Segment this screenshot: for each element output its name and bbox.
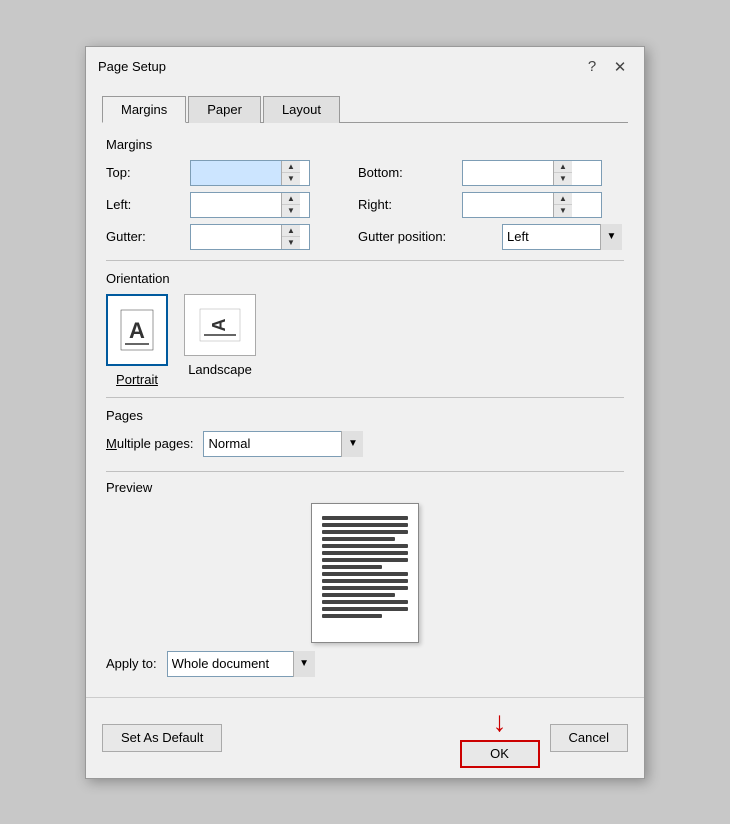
right-input-spin[interactable]: 0.79" ▲ ▼	[462, 192, 602, 218]
left-right-row: Left: 1.38" ▲ ▼ Right: 0.79" ▲ ▼	[106, 192, 624, 218]
preview-line-15	[322, 614, 382, 618]
right-spin-down[interactable]: ▼	[554, 205, 572, 217]
gutter-input-spin[interactable]: 0" ▲ ▼	[190, 224, 310, 250]
gutter-label: Gutter:	[106, 229, 186, 244]
preview-line-13	[322, 600, 408, 604]
preview-line-9	[322, 572, 408, 576]
cancel-button[interactable]: Cancel	[550, 724, 628, 752]
bottom-input[interactable]: 0.98"	[463, 161, 553, 185]
tab-paper[interactable]: Paper	[188, 96, 261, 123]
top-bottom-row: Top: 0.98" ▲ ▼ Bottom: 0.98" ▲ ▼	[106, 160, 624, 186]
apply-to-row: Apply to: Whole document This point forw…	[106, 651, 624, 677]
portrait-option[interactable]: A Portrait	[106, 294, 168, 387]
left-spin-up[interactable]: ▲	[282, 193, 300, 206]
gutter-spin-buttons: ▲ ▼	[281, 225, 300, 249]
landscape-label: Landscape	[188, 362, 252, 377]
tab-layout[interactable]: Layout	[263, 96, 340, 123]
bottom-spin-buttons: ▲ ▼	[553, 161, 572, 185]
portrait-icon: A	[106, 294, 168, 366]
preview-page	[311, 503, 419, 643]
right-spin-up[interactable]: ▲	[554, 193, 572, 206]
right-spin-buttons: ▲ ▼	[553, 193, 572, 217]
tab-margins[interactable]: Margins	[102, 96, 186, 123]
preview-line-12	[322, 593, 395, 597]
gutter-spin-up[interactable]: ▲	[282, 225, 300, 238]
ok-button[interactable]: OK	[460, 740, 540, 768]
top-input[interactable]: 0.98"	[191, 161, 281, 185]
left-input-spin[interactable]: 1.38" ▲ ▼	[190, 192, 310, 218]
landscape-option[interactable]: A Landscape	[184, 294, 256, 387]
apply-to-select-wrapper[interactable]: Whole document This point forward ▼	[167, 651, 315, 677]
apply-to-select[interactable]: Whole document This point forward	[167, 651, 315, 677]
gutter-position-label: Gutter position:	[358, 229, 498, 244]
preview-line-3	[322, 530, 408, 534]
preview-line-10	[322, 579, 408, 583]
preview-section-label: Preview	[106, 480, 624, 495]
right-label: Right:	[358, 197, 458, 212]
preview-line-5	[322, 544, 408, 548]
ok-cancel-group: ↓ OK	[460, 708, 540, 768]
gutter-position-select-wrapper[interactable]: Left Top Right ▼	[502, 224, 622, 250]
multiple-pages-select[interactable]: Normal Mirror margins 2 pages per sheet …	[203, 431, 363, 457]
tabs-bar: Margins Paper Layout	[102, 95, 628, 123]
bottom-input-spin[interactable]: 0.98" ▲ ▼	[462, 160, 602, 186]
pages-row: MMultiple pages:ultiple pages: Normal Mi…	[106, 431, 624, 457]
svg-text:A: A	[129, 318, 145, 343]
top-spin-buttons: ▲ ▼	[281, 161, 300, 185]
tab-content-margins: Margins Top: 0.98" ▲ ▼ Bottom: 0.98" ▲	[102, 123, 628, 683]
right-buttons: ↓ OK Cancel	[460, 708, 628, 768]
left-input[interactable]: 1.38"	[191, 193, 281, 217]
preview-line-14	[322, 607, 408, 611]
preview-box	[106, 503, 624, 643]
preview-line-1	[322, 516, 408, 520]
top-input-spin[interactable]: 0.98" ▲ ▼	[190, 160, 310, 186]
gutter-position-select[interactable]: Left Top Right	[502, 224, 622, 250]
title-bar: Page Setup ? ✕	[86, 47, 644, 85]
orientation-section: Orientation A Portrait	[106, 271, 624, 387]
gutter-spin-down[interactable]: ▼	[282, 237, 300, 249]
left-spin-down[interactable]: ▼	[282, 205, 300, 217]
orientation-options: A Portrait A	[106, 294, 624, 387]
help-button[interactable]: ?	[580, 55, 604, 79]
preview-line-7	[322, 558, 408, 562]
dialog-content: Margins Paper Layout Margins Top: 0.98" …	[86, 85, 644, 697]
preview-line-2	[322, 523, 408, 527]
pages-section-label: Pages	[106, 408, 624, 423]
arrow-indicator: ↓	[493, 708, 507, 736]
bottom-spin-up[interactable]: ▲	[554, 161, 572, 174]
right-input[interactable]: 0.79"	[463, 193, 553, 217]
pages-section: Pages MMultiple pages:ultiple pages: Nor…	[106, 408, 624, 457]
gutter-input[interactable]: 0"	[191, 225, 281, 249]
dialog-footer: Set As Default ↓ OK Cancel	[86, 697, 644, 778]
preview-line-6	[322, 551, 408, 555]
page-setup-dialog: Page Setup ? ✕ Margins Paper Layout Marg…	[85, 46, 645, 779]
close-button[interactable]: ✕	[608, 55, 632, 79]
top-spin-down[interactable]: ▼	[282, 173, 300, 185]
title-bar-buttons: ? ✕	[580, 55, 632, 79]
apply-to-label: Apply to:	[106, 656, 157, 671]
preview-line-8	[322, 565, 382, 569]
bottom-label: Bottom:	[358, 165, 458, 180]
left-spin-buttons: ▲ ▼	[281, 193, 300, 217]
preview-line-11	[322, 586, 408, 590]
landscape-icon: A	[184, 294, 256, 356]
multiple-pages-label: MMultiple pages:ultiple pages:	[106, 436, 193, 451]
dialog-title: Page Setup	[98, 59, 166, 74]
preview-section: Preview	[106, 480, 624, 677]
multiple-pages-select-wrapper[interactable]: Normal Mirror margins 2 pages per sheet …	[203, 431, 363, 457]
margins-section-label: Margins	[106, 137, 624, 152]
top-label: Top:	[106, 165, 186, 180]
preview-line-4	[322, 537, 395, 541]
down-arrow-icon: ↓	[493, 708, 507, 736]
bottom-spin-down[interactable]: ▼	[554, 173, 572, 185]
left-label: Left:	[106, 197, 186, 212]
top-spin-up[interactable]: ▲	[282, 161, 300, 174]
portrait-label: Portrait	[116, 372, 158, 387]
gutter-row: Gutter: 0" ▲ ▼ Gutter position: Left Top…	[106, 224, 624, 250]
set-as-default-button[interactable]: Set As Default	[102, 724, 222, 752]
orientation-label: Orientation	[106, 271, 624, 286]
svg-text:A: A	[209, 318, 229, 331]
